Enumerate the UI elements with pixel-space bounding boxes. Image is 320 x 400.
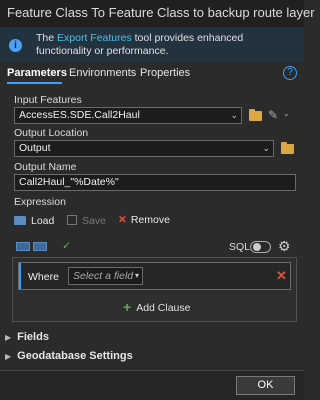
title-bar: Feature Class To Feature Class to backup…	[0, 0, 315, 27]
expression-label: Expression	[14, 196, 66, 208]
folder-icon[interactable]	[281, 142, 294, 154]
sql-toggle[interactable]	[250, 241, 271, 253]
window-title: Feature Class To Feature Class to backup…	[7, 5, 315, 20]
gear-icon[interactable]: ⚙	[278, 238, 291, 255]
chevron-right-icon: ▶	[5, 333, 12, 342]
ok-button[interactable]: OK	[236, 376, 295, 395]
tab-environments[interactable]: Environments	[69, 67, 136, 79]
info-message: The Export Features tool provides enhanc…	[36, 32, 244, 57]
folder-open-icon	[14, 216, 26, 225]
clause-row-indicator	[19, 263, 21, 289]
plus-icon: +	[123, 299, 132, 315]
load-button[interactable]: Load	[14, 215, 54, 227]
chevron-down-icon: ▾	[134, 271, 139, 280]
input-features-dropdown[interactable]: AccessES.SDE.Call2Haul ⌄	[14, 107, 242, 124]
output-name-label: Output Name	[14, 161, 77, 173]
output-name-value: Call2Haul_"%Date%"	[19, 176, 119, 188]
fields-section-header[interactable]: ▶ Fields	[5, 331, 49, 343]
active-tab-indicator	[7, 82, 62, 84]
clause-mode-icon[interactable]	[16, 242, 30, 251]
chevron-down-icon[interactable]: ⌄	[283, 109, 290, 118]
output-location-dropdown[interactable]: Output ⌄	[14, 140, 274, 157]
clause-mode-icon[interactable]	[33, 242, 47, 251]
save-button[interactable]: Save	[67, 215, 106, 227]
dialog-footer: OK	[0, 370, 304, 400]
chevron-right-icon: ▶	[5, 352, 12, 361]
export-features-link[interactable]: Export Features	[57, 32, 132, 44]
save-icon	[67, 215, 77, 225]
output-name-input[interactable]: Call2Haul_"%Date%"	[14, 174, 296, 191]
where-clause-row: Where Select a field ▾ ✕	[18, 262, 291, 290]
tab-parameters[interactable]: Parameters	[7, 67, 67, 79]
output-location-label: Output Location	[14, 127, 89, 139]
tab-bar: Parameters Environments Properties ?	[0, 66, 304, 84]
geodatabase-settings-section-header[interactable]: ▶ Geodatabase Settings	[5, 350, 133, 362]
add-clause-button[interactable]: + Add Clause	[123, 299, 190, 315]
output-location-value: Output	[19, 142, 51, 154]
toggle-knob	[253, 243, 261, 251]
clause-editor: Where Select a field ▾ ✕ + Add Clause	[12, 257, 297, 322]
input-features-value: AccessES.SDE.Call2Haul	[19, 109, 140, 121]
chevron-down-icon: ⌄	[230, 110, 238, 120]
input-features-label: Input Features	[14, 94, 82, 106]
sql-label: SQL	[229, 241, 251, 253]
chevron-down-icon: ⌄	[262, 143, 270, 153]
help-icon[interactable]: ?	[283, 66, 297, 80]
close-icon: ✕	[118, 214, 127, 226]
select-field-dropdown[interactable]: Select a field ▾	[68, 267, 143, 285]
close-icon[interactable]: ✕	[276, 268, 287, 284]
remove-button[interactable]: ✕ Remove	[118, 214, 170, 226]
tab-properties[interactable]: Properties	[140, 67, 190, 79]
info-banner: i The Export Features tool provides enha…	[0, 28, 304, 62]
select-field-placeholder: Select a field	[73, 270, 134, 282]
info-icon: i	[9, 39, 22, 52]
where-label: Where	[28, 271, 59, 283]
check-icon[interactable]: ✓	[62, 239, 71, 252]
folder-icon[interactable]	[249, 109, 262, 121]
pencil-icon[interactable]: ✎	[268, 108, 282, 122]
